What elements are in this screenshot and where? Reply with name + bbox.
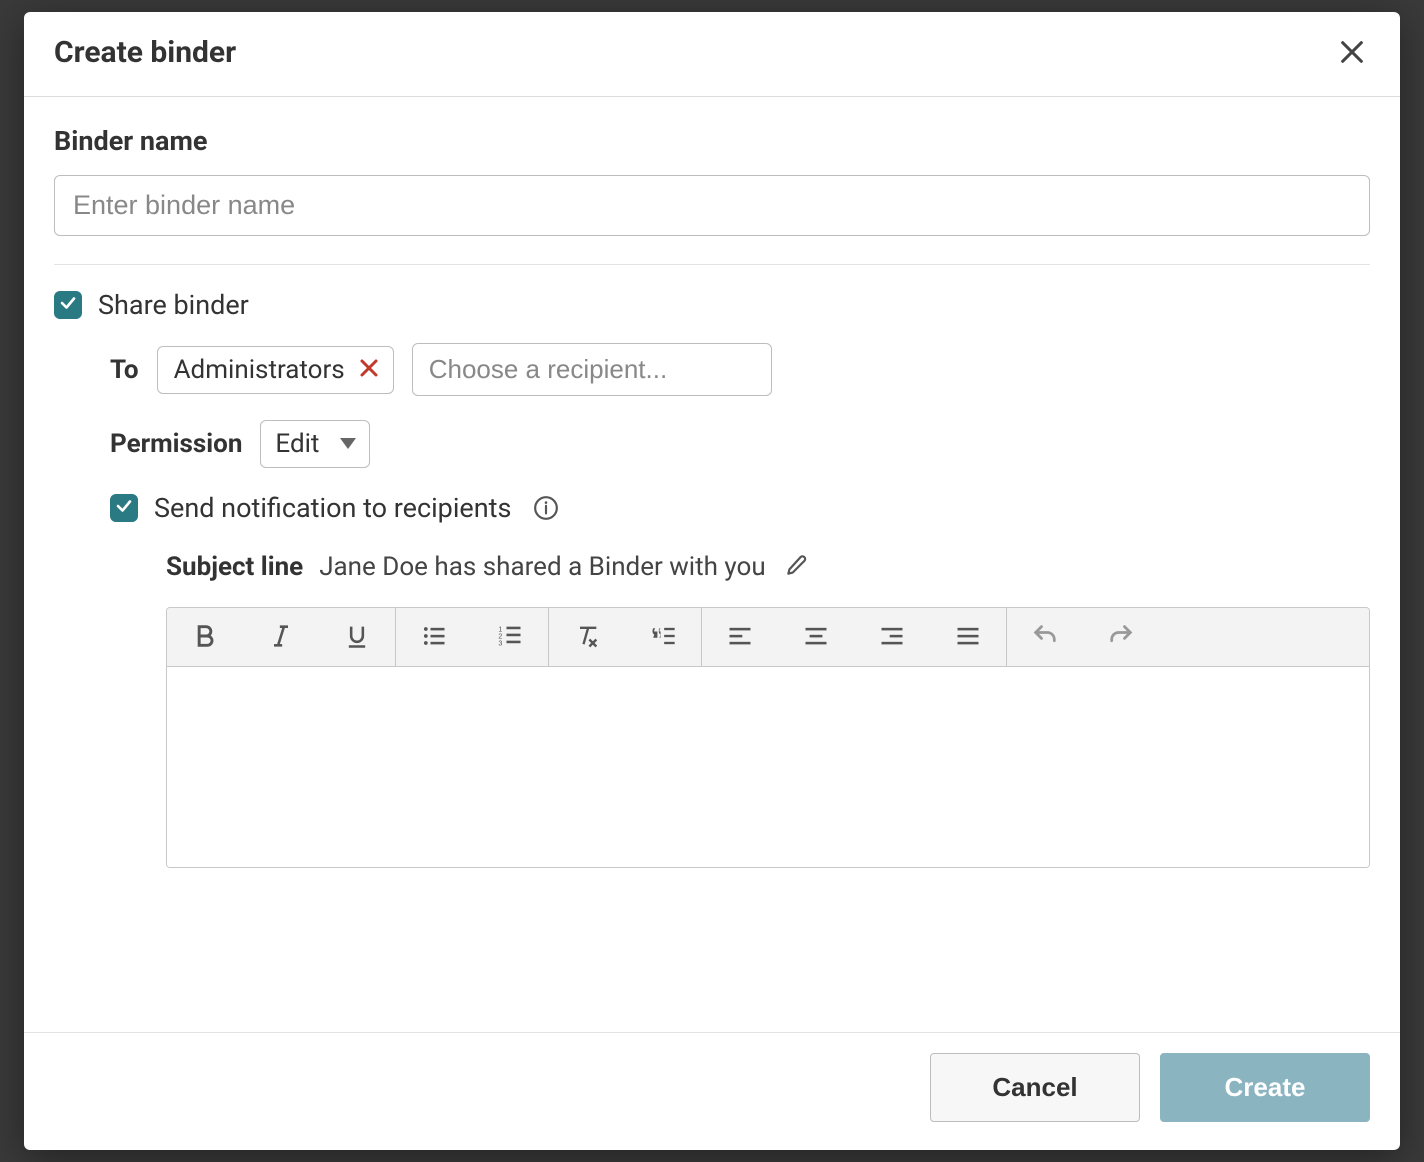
clear-format-icon	[573, 622, 601, 653]
bullet-list-icon	[420, 622, 448, 653]
bullet-list-button[interactable]	[396, 608, 472, 666]
close-button[interactable]	[1334, 34, 1370, 70]
align-center-button[interactable]	[778, 608, 854, 666]
svg-text:3: 3	[498, 640, 502, 647]
redo-icon	[1107, 622, 1135, 653]
edit-subject-button[interactable]	[782, 550, 812, 583]
permission-select[interactable]: Edit	[260, 420, 370, 468]
share-binder-label: Share binder	[98, 289, 249, 321]
share-binder-checkbox[interactable]	[54, 291, 82, 319]
notify-label: Send notification to recipients	[154, 492, 511, 524]
cancel-button[interactable]: Cancel	[930, 1053, 1140, 1122]
binder-name-label: Binder name	[54, 125, 1370, 157]
undo-button[interactable]	[1007, 608, 1083, 666]
editor-toolbar: 123	[167, 608, 1369, 667]
recipient-chip: Administrators	[157, 346, 394, 394]
blockquote-icon	[649, 622, 677, 653]
redo-button[interactable]	[1083, 608, 1159, 666]
create-binder-modal: Create binder Binder name	[24, 12, 1400, 1150]
permission-row: Permission Edit	[110, 420, 1370, 468]
italic-icon	[267, 622, 295, 653]
align-right-button[interactable]	[854, 608, 930, 666]
underline-button[interactable]	[319, 608, 395, 666]
binder-name-input[interactable]	[54, 175, 1370, 236]
align-center-icon	[802, 622, 830, 653]
numbered-list-icon: 123	[496, 622, 524, 653]
modal-body: Binder name Share binder To A	[24, 97, 1400, 1032]
align-left-icon	[726, 622, 754, 653]
info-icon[interactable]	[533, 495, 559, 521]
notify-row: Send notification to recipients	[110, 492, 1370, 524]
recipient-chip-label: Administrators	[174, 355, 345, 385]
create-button[interactable]: Create	[1160, 1053, 1370, 1122]
bold-button[interactable]	[167, 608, 243, 666]
align-justify-button[interactable]	[930, 608, 1006, 666]
bold-icon	[191, 622, 219, 653]
modal-header: Create binder	[24, 12, 1400, 97]
share-section: Share binder To Administrators	[54, 289, 1370, 868]
modal-title: Create binder	[54, 35, 236, 70]
svg-text:2: 2	[498, 633, 502, 640]
blockquote-button[interactable]	[625, 608, 701, 666]
clear-format-button[interactable]	[549, 608, 625, 666]
share-binder-row: Share binder	[54, 289, 1370, 321]
to-row: To Administrators	[110, 343, 1370, 396]
notify-checkbox[interactable]	[110, 494, 138, 522]
check-icon	[115, 497, 133, 519]
rich-text-editor: 123	[166, 607, 1370, 868]
svg-text:1: 1	[498, 626, 502, 633]
subject-value: Jane Doe has shared a Binder with you	[319, 552, 765, 582]
align-left-button[interactable]	[702, 608, 778, 666]
subject-label: Subject line	[166, 552, 303, 582]
check-icon	[59, 294, 77, 316]
align-right-icon	[878, 622, 906, 653]
remove-icon	[357, 356, 381, 383]
subject-row: Subject line Jane Doe has shared a Binde…	[166, 550, 1370, 583]
modal-footer: Cancel Create	[24, 1032, 1400, 1150]
binder-name-section: Binder name	[54, 125, 1370, 265]
numbered-list-button[interactable]: 123	[472, 608, 548, 666]
editor-content-area[interactable]	[167, 667, 1369, 867]
pencil-icon	[784, 566, 810, 581]
align-justify-icon	[954, 622, 982, 653]
italic-button[interactable]	[243, 608, 319, 666]
remove-recipient-button[interactable]	[357, 356, 381, 383]
underline-icon	[343, 622, 371, 653]
undo-icon	[1031, 622, 1059, 653]
to-label: To	[110, 355, 139, 385]
recipient-input[interactable]	[412, 343, 772, 396]
permission-label: Permission	[110, 429, 242, 459]
